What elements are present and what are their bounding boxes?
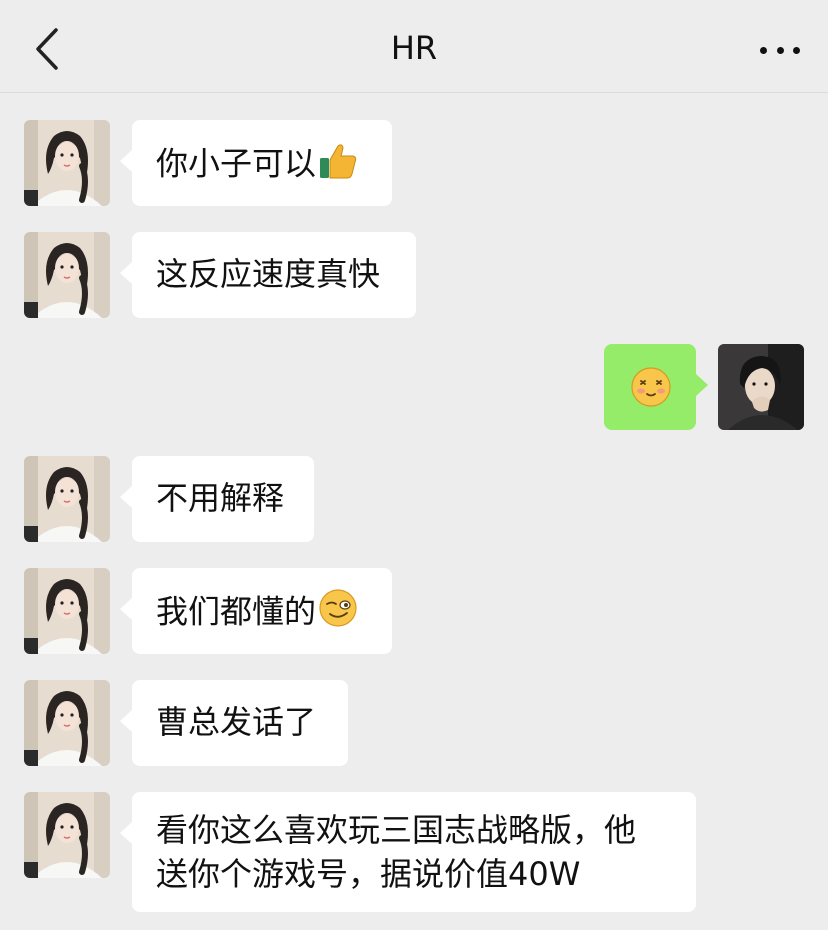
message-bubble[interactable]: 不用解释	[120, 456, 314, 542]
message-text-line: 送你个游戏号，据说价值40W	[156, 855, 581, 893]
contact-avatar[interactable]	[24, 568, 110, 654]
thumbs-up-icon	[318, 140, 358, 191]
my-avatar[interactable]	[718, 344, 804, 430]
back-button[interactable]	[30, 26, 70, 72]
contact-avatar[interactable]	[24, 680, 110, 766]
message-bubble[interactable]: 曹总发话了	[120, 680, 348, 766]
chat-title: HR	[390, 29, 438, 67]
message-text: 这反应速度真快	[156, 255, 381, 293]
message-text-line: 看你这么喜欢玩三国志战略版，他	[156, 811, 637, 849]
contact-avatar[interactable]	[24, 120, 110, 206]
message-bubble[interactable]: 我们都懂的	[120, 568, 392, 654]
message-text: 我们都懂的	[156, 592, 317, 631]
more-dots-icon	[760, 46, 767, 54]
message-text: 你小子可以	[156, 144, 317, 183]
smirk-emoji-icon	[318, 588, 358, 639]
shy-smile-emoji-icon	[630, 366, 672, 419]
more-button[interactable]	[760, 42, 800, 58]
message-bubble[interactable]: 你小子可以	[120, 120, 392, 206]
message-bubble[interactable]: 看你这么喜欢玩三国志战略版，他 送你个游戏号，据说价值40W	[120, 792, 696, 912]
message-bubble-self[interactable]	[604, 344, 708, 430]
contact-avatar[interactable]	[24, 792, 110, 878]
contact-avatar[interactable]	[24, 456, 110, 542]
message-bubble[interactable]: 这反应速度真快	[120, 232, 416, 318]
message-text: 曹总发话了	[156, 703, 317, 741]
chevron-left-icon	[36, 28, 58, 70]
top-bar: HR	[0, 0, 828, 93]
message-text: 不用解释	[156, 479, 285, 517]
contact-avatar[interactable]	[24, 232, 110, 318]
